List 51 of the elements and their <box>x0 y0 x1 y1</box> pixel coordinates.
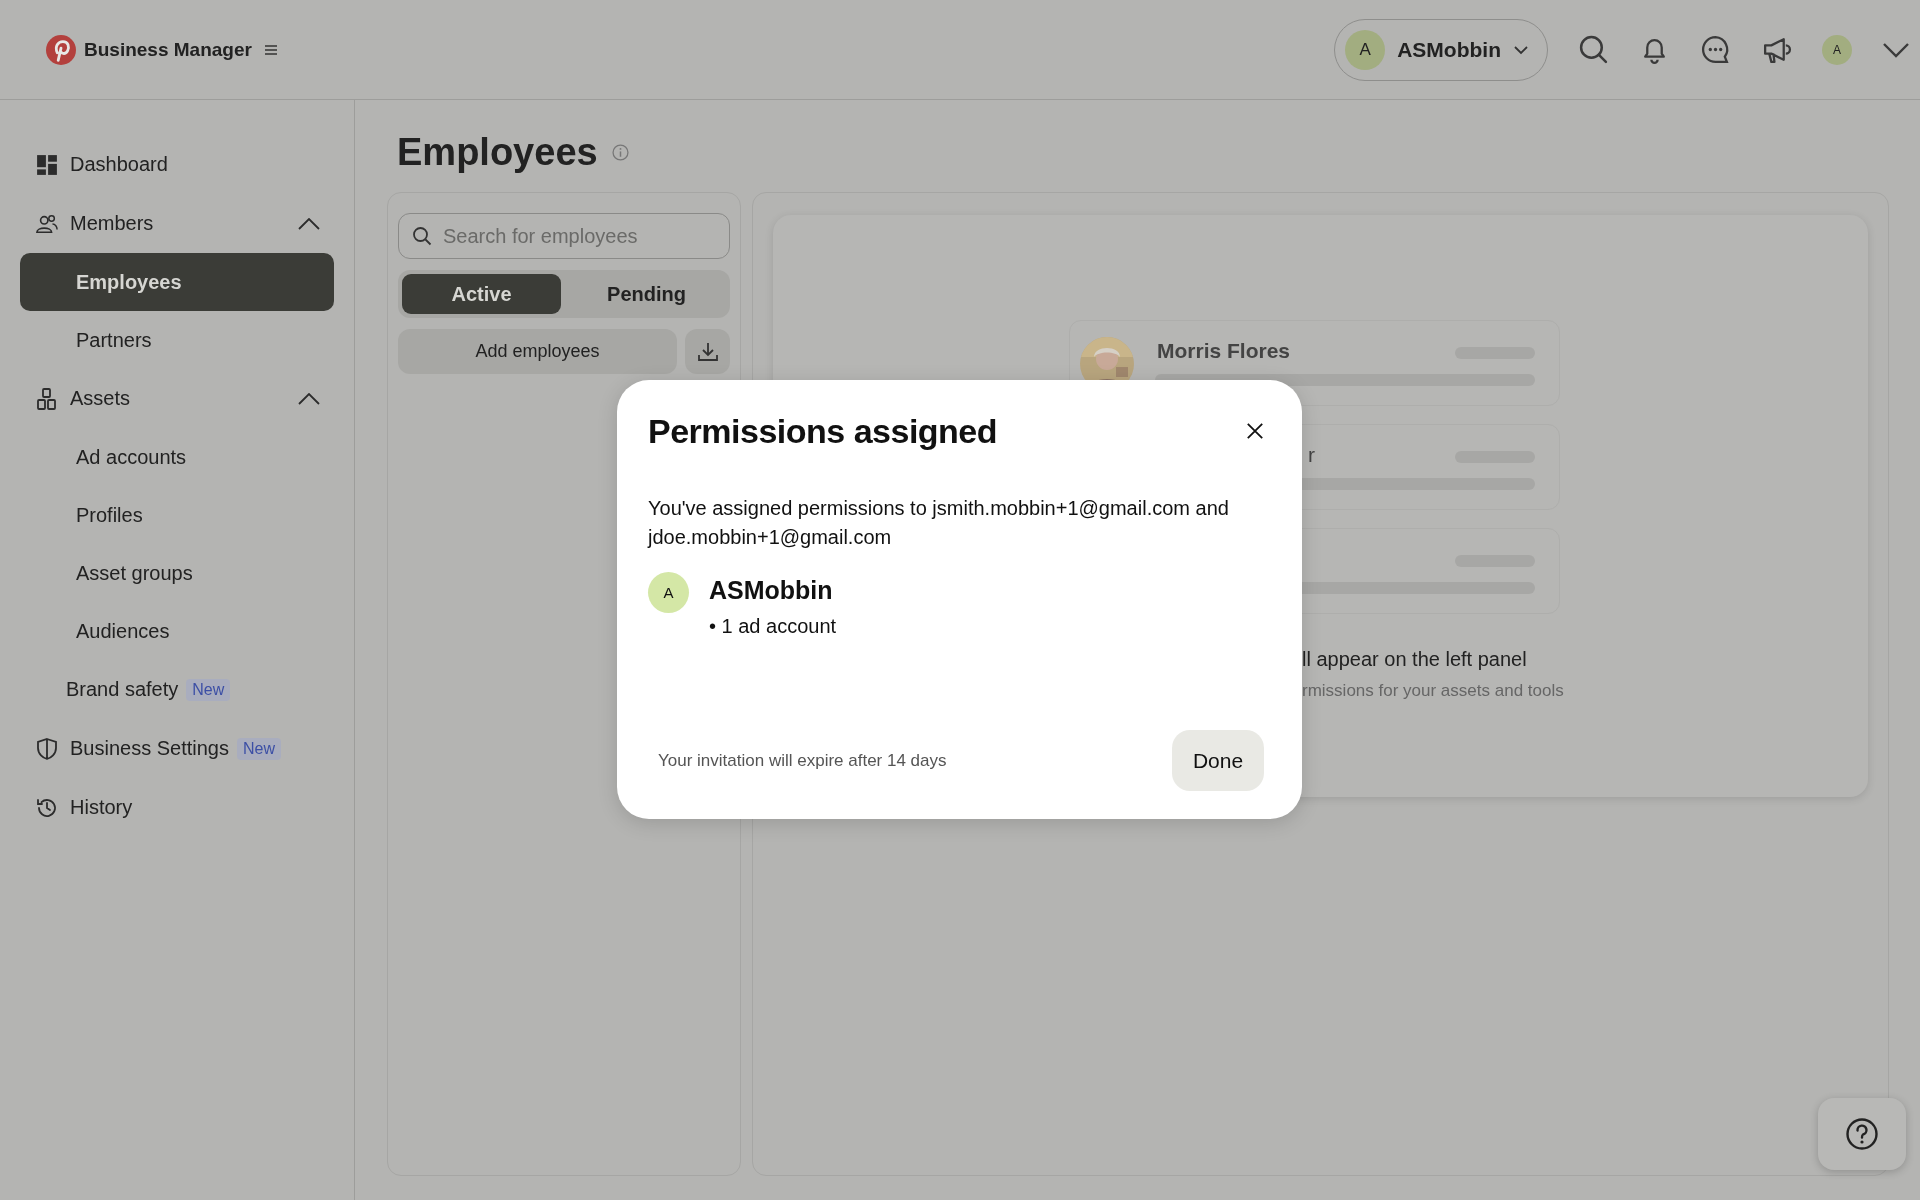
download-icon <box>696 340 719 363</box>
expiry-note: Your invitation will expire after 14 days <box>658 750 947 771</box>
tab[interactable]: Pending <box>567 274 726 314</box>
modal-message: You've assigned permissions to jsmith.mobbin+1@gmail.com and jdoe.mobbin+1@gmail.com <box>648 496 1230 550</box>
modal-title: Permissions assigned <box>648 411 998 451</box>
chevron-up-icon[interactable] <box>298 217 320 230</box>
account-name: ASMobbin <box>709 576 834 605</box>
nav-subitem[interactable]: Ad accounts <box>20 428 334 486</box>
menu-icon[interactable] <box>263 43 278 56</box>
people-icon <box>36 212 58 235</box>
download-button[interactable] <box>685 329 730 374</box>
chevron-down-icon <box>1513 44 1529 55</box>
nav-subitem[interactable]: Audiences <box>20 602 334 660</box>
profile-avatar[interactable]: A <box>1822 34 1852 65</box>
help-icon <box>1845 1117 1879 1151</box>
nav-subitem[interactable]: Profiles <box>20 486 334 544</box>
name-fragment: r <box>1308 443 1315 467</box>
asset-summary: • 1 ad account <box>709 615 837 638</box>
help-button[interactable] <box>1818 1098 1906 1170</box>
nav-item[interactable]: History <box>70 796 133 819</box>
nav-subitem[interactable]: Asset groups <box>20 544 334 602</box>
nav-item[interactable]: Dashboard <box>70 153 168 176</box>
person-name: Morris Flores <box>1157 339 1291 363</box>
empty-state-text: rmissions for your assets and tools <box>1302 681 1565 701</box>
close-icon[interactable] <box>1246 422 1264 440</box>
nav-item[interactable]: Brand safety <box>66 678 179 701</box>
dashboard-icon <box>36 153 58 176</box>
search-icon <box>412 226 432 246</box>
nav-subitem[interactable]: Partners <box>20 311 334 369</box>
new-badge: New <box>237 737 281 760</box>
nav-item[interactable]: Assets <box>70 387 131 410</box>
search-icon[interactable] <box>1578 34 1609 65</box>
empty-state-title: ll appear on the left panel <box>1302 648 1528 671</box>
shield-icon <box>36 737 58 760</box>
new-badge: New <box>186 678 231 701</box>
nav-item[interactable]: Members <box>70 212 154 235</box>
nav-item[interactable]: Business Settings <box>70 737 229 760</box>
nav-subitem[interactable]: Employees <box>20 253 334 311</box>
history-icon <box>36 796 58 819</box>
chevron-up-icon[interactable] <box>298 392 320 405</box>
chat-icon[interactable] <box>1700 34 1731 65</box>
account-avatar: A <box>648 572 689 613</box>
page-title: Employees <box>397 130 598 174</box>
logo-icon[interactable] <box>46 34 76 65</box>
add-employees-button[interactable]: Add employees <box>398 329 677 374</box>
search-field[interactable]: Search for employees <box>398 213 730 259</box>
done-button[interactable]: Done <box>1172 730 1264 791</box>
blocks-icon <box>36 387 58 410</box>
app-title: Business Manager <box>84 38 252 61</box>
tab[interactable]: Active <box>402 274 561 314</box>
chevron-down-icon[interactable] <box>1882 41 1910 58</box>
